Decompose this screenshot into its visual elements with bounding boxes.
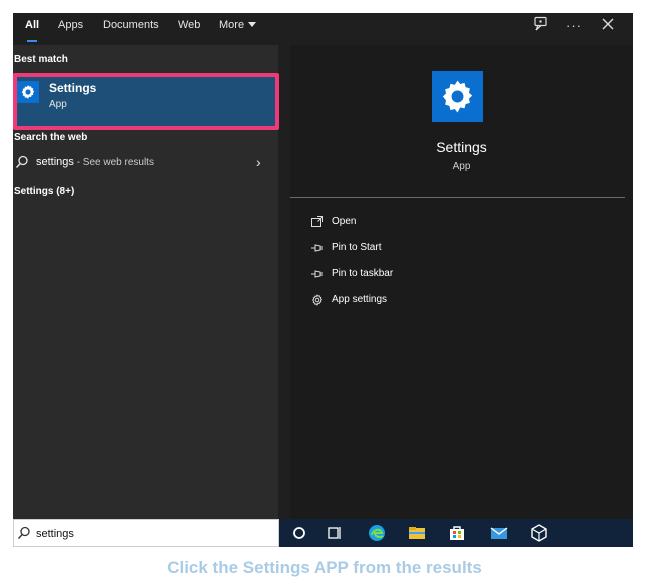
tab-apps[interactable]: Apps <box>58 13 83 45</box>
cortana-icon[interactable] <box>289 523 309 543</box>
detail-title: Settings <box>436 139 487 155</box>
action-app-settings[interactable]: App settings <box>310 292 510 310</box>
divider <box>290 197 625 198</box>
more-options-icon[interactable]: ··· <box>563 16 585 38</box>
action-open[interactable]: Open <box>310 214 510 232</box>
chevron-right-icon: › <box>256 154 261 170</box>
file-explorer-icon[interactable] <box>407 523 427 543</box>
pin-icon <box>311 270 323 278</box>
caret-down-icon <box>248 22 257 27</box>
search-window: All Apps Documents Web More ··· Best mat… <box>13 13 633 547</box>
best-match-settings-app[interactable]: Settings App <box>13 73 277 129</box>
best-match-heading: Best match <box>14 54 68 65</box>
web-result-settings[interactable]: settings - See web results › <box>13 150 277 178</box>
close-icon[interactable] <box>597 16 619 38</box>
search-icon <box>15 155 28 168</box>
detail-subtitle: App <box>452 161 471 172</box>
gear-icon <box>432 71 483 122</box>
open-icon <box>311 216 323 227</box>
caption: Click the Settings APP from the results <box>167 558 482 577</box>
tab-documents[interactable]: Documents <box>103 13 159 45</box>
edge-icon[interactable] <box>367 523 387 543</box>
results-pane: Best match Settings App Search the web s… <box>13 45 279 519</box>
gear-icon <box>17 81 39 103</box>
action-pin-to-taskbar[interactable]: Pin to taskbar <box>310 266 510 284</box>
pin-icon <box>311 244 323 252</box>
tab-web[interactable]: Web <box>178 13 200 45</box>
task-view-icon[interactable] <box>325 523 345 543</box>
taskbar <box>279 519 633 547</box>
web-result-label: settings - See web results <box>36 156 154 168</box>
store-icon[interactable] <box>447 523 467 543</box>
tab-more[interactable]: More <box>219 13 257 45</box>
best-match-title: Settings <box>49 81 97 95</box>
tab-bar: All Apps Documents Web More ··· <box>13 13 633 45</box>
mail-icon[interactable] <box>489 523 509 543</box>
settings-more-heading[interactable]: Settings (8+) <box>14 186 74 197</box>
search-input[interactable] <box>36 525 266 543</box>
detail-pane: Settings App Open Pin to Start Pin to ta… <box>290 45 633 519</box>
feedback-icon[interactable] <box>530 16 552 38</box>
search-web-heading: Search the web <box>14 132 88 143</box>
search-box[interactable] <box>13 519 279 547</box>
search-icon <box>17 526 30 539</box>
tab-all[interactable]: All <box>25 13 39 45</box>
gear-icon <box>312 294 323 306</box>
best-match-subtitle: App <box>49 99 67 110</box>
app-cube-icon[interactable] <box>529 523 549 543</box>
action-pin-to-start[interactable]: Pin to Start <box>310 240 510 258</box>
